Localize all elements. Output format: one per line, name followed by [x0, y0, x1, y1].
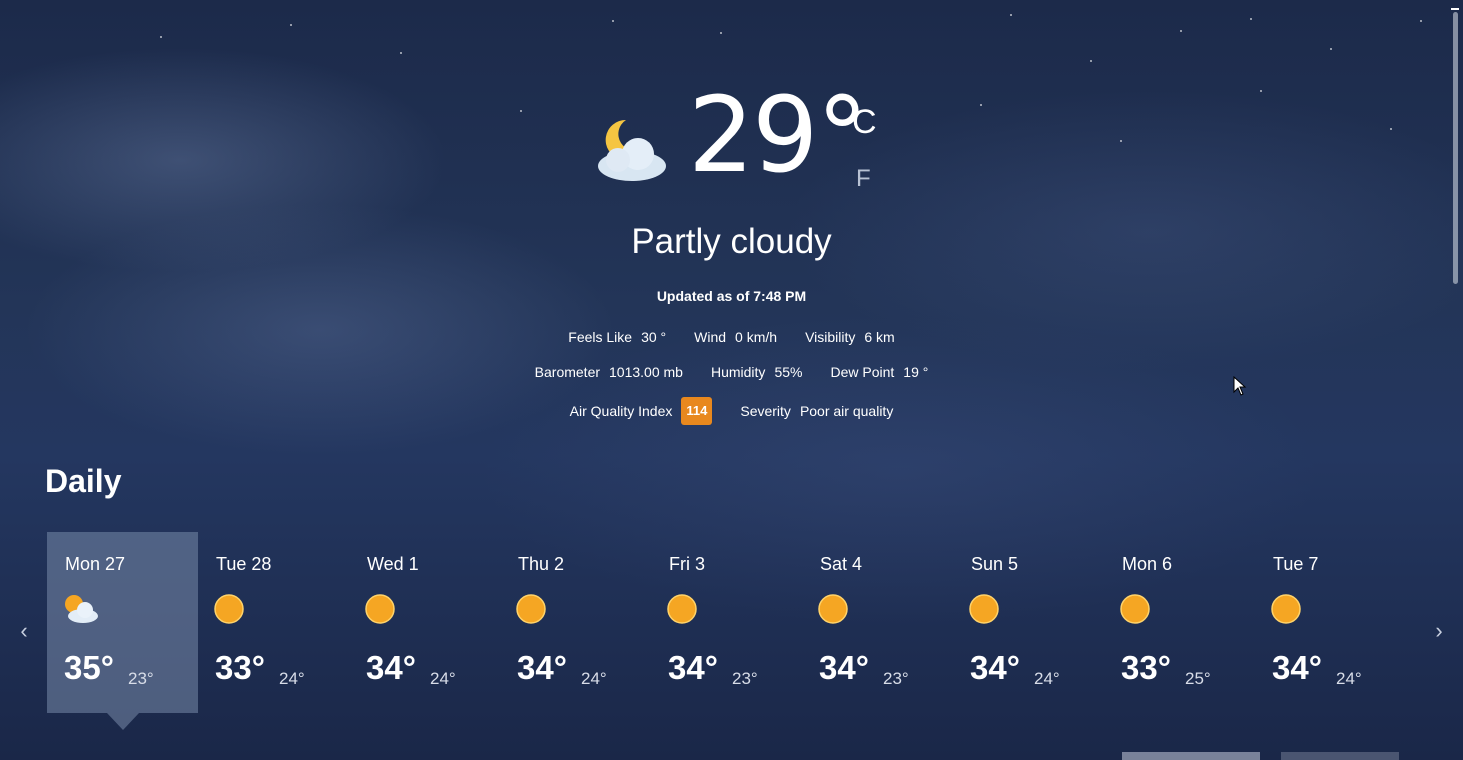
humidity: Humidity 55% — [711, 362, 803, 382]
visibility-label: Visibility — [805, 329, 856, 345]
low-temperature: 24° — [581, 669, 607, 688]
daily-forecast-day[interactable]: Wed 1 34° 24° — [349, 532, 500, 713]
wind-value: 0 km/h — [735, 329, 778, 345]
dew-point-value: 19 ° — [903, 364, 929, 380]
sunny-icon — [969, 594, 999, 624]
sunny-icon — [1120, 594, 1150, 624]
wind: Wind 0 km/h — [694, 327, 777, 347]
section-scroll-indicator[interactable] — [1281, 752, 1399, 760]
visibility: Visibility 6 km — [805, 327, 895, 347]
daily-forecast-day[interactable]: Mon 6 33° 25° — [1104, 532, 1255, 713]
barometer-value: 1013.00 mb — [609, 364, 683, 380]
low-temperature: 24° — [1034, 669, 1060, 688]
air-quality-index[interactable]: Air Quality Index 114 — [570, 397, 713, 425]
low-temperature: 25° — [1185, 669, 1211, 688]
sunny-icon — [1271, 594, 1301, 624]
mouse-cursor-icon — [1233, 376, 1247, 396]
high-temperature: 35° — [64, 649, 114, 686]
vertical-scrollbar[interactable] — [1453, 12, 1458, 284]
barometer: Barometer 1013.00 mb — [535, 362, 683, 382]
daily-forecast-strip: Mon 27 35° 23° Tue 28 33° 24° Wed 1 34° 24° Thu 2… — [47, 532, 1407, 732]
details-row-3: Air Quality Index 114 Severity Poor air … — [0, 397, 1463, 425]
celsius-unit-toggle[interactable]: C — [852, 102, 877, 142]
high-temperature: 33° — [215, 649, 265, 686]
visibility-value: 6 km — [864, 329, 895, 345]
dew-point-label: Dew Point — [830, 364, 895, 380]
high-temperature: 33° — [1121, 649, 1171, 686]
daily-section-title: Daily — [45, 463, 122, 499]
section-scroll-indicator[interactable] — [1122, 752, 1260, 760]
fahrenheit-unit-toggle[interactable]: F — [856, 164, 871, 194]
daily-forecast-day[interactable]: Mon 27 35° 23° — [47, 532, 198, 730]
high-temperature: 34° — [668, 649, 718, 686]
day-name: Tue 28 — [216, 554, 272, 574]
high-temperature: 34° — [819, 649, 869, 686]
low-temperature: 23° — [128, 669, 154, 688]
humidity-label: Humidity — [710, 364, 766, 380]
low-temperature: 23° — [732, 669, 758, 688]
dew-point: Dew Point 19 ° — [830, 362, 928, 382]
daily-forecast-day[interactable]: Sat 4 34° 23° — [802, 532, 953, 713]
daily-forecast-day[interactable]: Sun 5 34° 24° — [953, 532, 1104, 713]
daily-forecast-day[interactable]: Tue 28 33° 24° — [198, 532, 349, 713]
severity-label: Severity — [740, 403, 791, 419]
day-name: Sat 4 — [820, 554, 863, 574]
feels-like-value: 30 ° — [641, 329, 667, 345]
updated-time: Updated as of 7:48 PM — [656, 288, 807, 304]
selected-day-indicator — [107, 713, 139, 730]
low-temperature: 24° — [279, 669, 305, 688]
severity: Severity Poor air quality — [740, 401, 893, 421]
high-temperature: 34° — [517, 649, 567, 686]
high-temperature: 34° — [970, 649, 1020, 686]
sunny-icon — [667, 594, 697, 624]
feels-like-label: Feels Like — [568, 329, 633, 345]
humidity-value: 55% — [774, 364, 803, 380]
daily-forecast-day[interactable]: Tue 7 34° 24° — [1255, 532, 1406, 713]
current-temperature: 29° — [688, 74, 868, 196]
partly-cloudy-night-icon — [598, 119, 666, 181]
day-name: Mon 6 — [1122, 554, 1173, 574]
aqi-label: Air Quality Index — [569, 403, 673, 419]
feels-like: Feels Like 30 ° — [568, 327, 666, 347]
chevron-left-icon[interactable]: ‹ — [15, 620, 33, 642]
high-temperature: 34° — [1272, 649, 1322, 686]
current-conditions: 29° C F — [0, 74, 1463, 196]
current-condition: Partly cloudy — [631, 222, 832, 261]
low-temperature: 24° — [1336, 669, 1362, 688]
scroll-up-indicator[interactable] — [1451, 8, 1459, 10]
day-name: Tue 7 — [1273, 554, 1319, 574]
aqi-badge[interactable]: 114 — [681, 397, 713, 425]
sunny-icon — [818, 594, 848, 624]
day-name: Fri 3 — [669, 554, 705, 574]
daily-forecast-day[interactable]: Fri 3 34° 23° — [651, 532, 802, 713]
sunny-icon — [516, 594, 546, 624]
high-temperature: 34° — [366, 649, 416, 686]
partly-cloudy-icon — [65, 595, 98, 623]
daily-forecast-day[interactable]: Thu 2 34° 24° — [500, 532, 651, 713]
wind-label: Wind — [694, 329, 727, 345]
day-name: Wed 1 — [367, 554, 419, 574]
day-name: Mon 27 — [65, 554, 126, 574]
low-temperature: 24° — [430, 669, 456, 688]
chevron-right-icon[interactable]: › — [1430, 620, 1448, 642]
sunny-icon — [214, 594, 244, 624]
sunny-icon — [365, 594, 395, 624]
day-name: Thu 2 — [518, 554, 565, 574]
low-temperature: 23° — [883, 669, 909, 688]
day-name: Sun 5 — [971, 554, 1019, 574]
barometer-label: Barometer — [534, 364, 601, 380]
details-row-1: Feels Like 30 ° Wind 0 km/h Visibility 6… — [0, 327, 1463, 347]
severity-value: Poor air quality — [799, 403, 894, 419]
